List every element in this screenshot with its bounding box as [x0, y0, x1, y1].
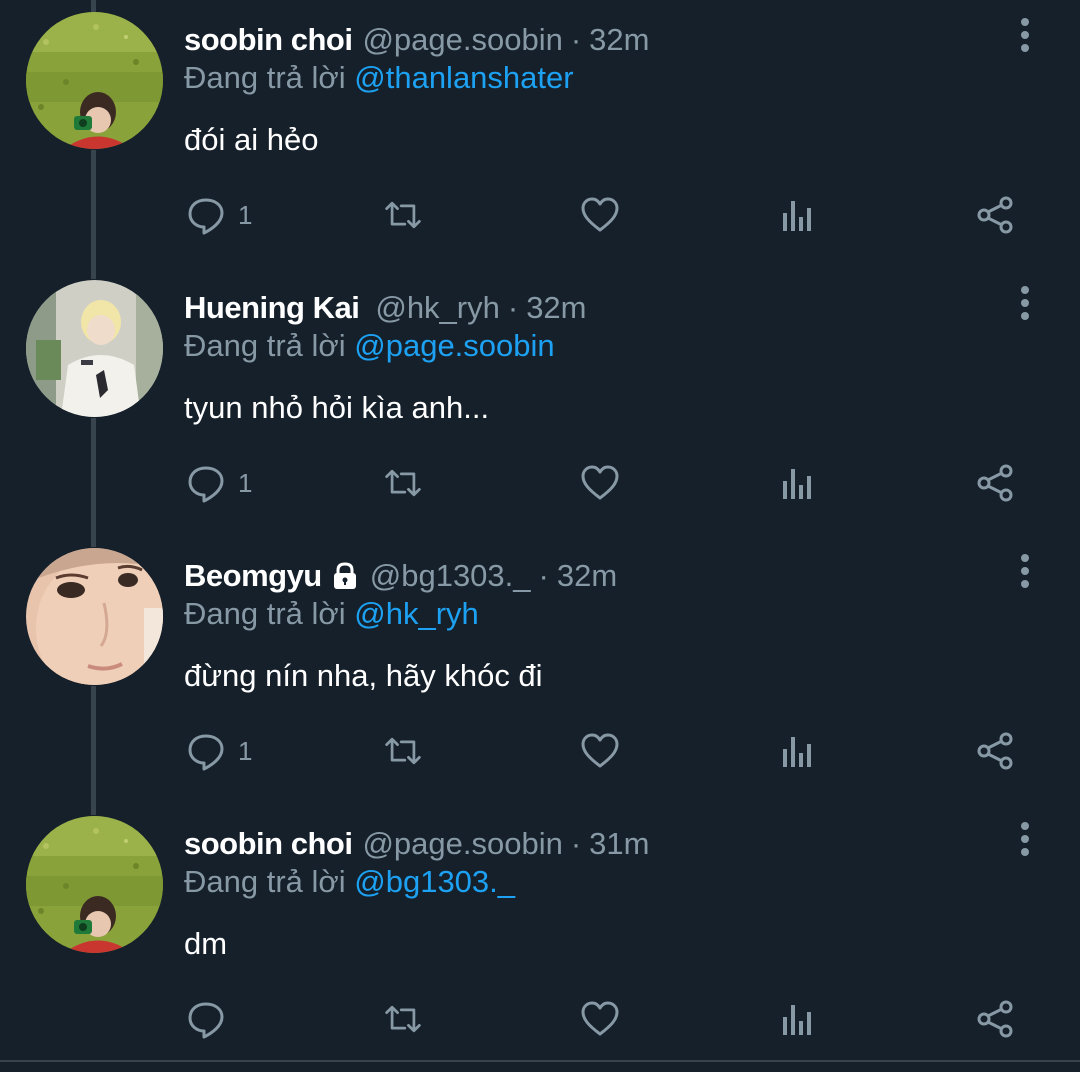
lock-icon	[330, 561, 360, 591]
reply-button[interactable]: 1	[186, 194, 252, 236]
more-options-icon[interactable]	[1010, 284, 1040, 324]
share-icon	[975, 463, 1015, 503]
timestamp[interactable]: 32m	[557, 558, 617, 594]
reply-count: 1	[238, 199, 253, 230]
timestamp[interactable]: 32m	[589, 22, 649, 58]
reply-to-link[interactable]: @bg1303._	[354, 864, 515, 899]
tweet-text: đừng nín nha, hãy khóc đi	[184, 658, 543, 693]
tweet[interactable]: Beomgyu @bg1303._ · 32m Đang trả lời @hk…	[0, 536, 1080, 804]
user-handle[interactable]: @bg1303._	[370, 558, 531, 594]
reply-label: Đang trả lời	[184, 596, 346, 631]
like-icon	[580, 999, 620, 1039]
tweet-text: dm	[184, 926, 228, 961]
reply-to-link[interactable]: @thanlanshater	[354, 60, 573, 95]
tweet-text: tyun nhỏ hỏi kìa anh...	[184, 390, 490, 425]
more-options-icon[interactable]	[1010, 820, 1040, 860]
tweet-header: soobin choi @page.soobin · 32m	[184, 18, 649, 62]
avatar[interactable]	[26, 816, 163, 953]
tweet-text: đói ai hẻo	[184, 122, 319, 157]
reply-icon	[186, 195, 226, 235]
display-name[interactable]: soobin choi	[184, 22, 353, 58]
more-options-icon[interactable]	[1010, 16, 1040, 56]
reply-button[interactable]: 1	[186, 730, 252, 772]
reply-count: 1	[238, 735, 253, 766]
analytics-icon	[778, 463, 818, 503]
share-icon	[975, 731, 1015, 771]
reply-button[interactable]	[186, 998, 238, 1040]
avatar[interactable]	[26, 548, 163, 685]
like-button[interactable]	[580, 730, 620, 772]
reply-context: Đang trả lời @bg1303._	[184, 864, 515, 900]
like-button[interactable]	[580, 194, 620, 236]
analytics-button[interactable]	[778, 194, 818, 236]
tweet[interactable]: soobin choi @page.soobin · 32m Đang trả …	[0, 0, 1080, 268]
analytics-icon	[778, 731, 818, 771]
share-button[interactable]	[975, 194, 1015, 236]
like-icon	[580, 463, 620, 503]
timestamp[interactable]: 31m	[589, 826, 649, 862]
analytics-button[interactable]	[778, 730, 818, 772]
reply-label: Đang trả lời	[184, 864, 346, 899]
action-bar: 1	[0, 176, 1080, 252]
analytics-icon	[778, 999, 818, 1039]
separator: ·	[570, 826, 582, 861]
share-icon	[975, 999, 1015, 1039]
display-name[interactable]: soobin choi	[184, 826, 353, 862]
reply-context: Đang trả lời @thanlanshater	[184, 60, 574, 96]
retweet-button[interactable]	[383, 462, 423, 504]
user-handle[interactable]: @page.soobin	[362, 22, 562, 58]
avatar[interactable]	[26, 280, 163, 417]
share-button[interactable]	[975, 730, 1015, 772]
user-handle[interactable]: @hk_ryh	[375, 290, 500, 326]
tweet[interactable]: soobin choi @page.soobin · 31m Đang trả …	[0, 804, 1080, 1072]
tweet-header: Huening Kai @hk_ryh · 32m	[184, 286, 587, 330]
reply-label: Đang trả lời	[184, 60, 346, 95]
timestamp[interactable]: 32m	[526, 290, 586, 326]
separator: ·	[538, 558, 549, 593]
reply-icon	[186, 999, 226, 1039]
reply-button[interactable]: 1	[186, 462, 252, 504]
share-button[interactable]	[975, 462, 1015, 504]
divider	[0, 1060, 1080, 1062]
reply-context: Đang trả lời @page.soobin	[184, 328, 555, 364]
retweet-icon	[383, 999, 423, 1039]
tweet-header: soobin choi @page.soobin · 31m	[184, 822, 649, 866]
user-handle[interactable]: @page.soobin	[362, 826, 562, 862]
retweet-button[interactable]	[383, 194, 423, 236]
action-bar	[0, 980, 1080, 1056]
more-options-icon[interactable]	[1010, 552, 1040, 592]
tweet-header: Beomgyu @bg1303._ · 32m	[184, 554, 617, 598]
separator: ·	[507, 290, 519, 325]
retweet-button[interactable]	[383, 998, 423, 1040]
reply-label: Đang trả lời	[184, 328, 346, 363]
analytics-button[interactable]	[778, 462, 818, 504]
retweet-icon	[383, 195, 423, 235]
reply-to-link[interactable]: @hk_ryh	[354, 596, 479, 631]
retweet-button[interactable]	[383, 730, 423, 772]
display-name[interactable]: Beomgyu	[184, 558, 322, 594]
like-icon	[580, 195, 620, 235]
reply-count: 1	[238, 467, 253, 498]
avatar[interactable]	[26, 12, 163, 149]
retweet-icon	[383, 731, 423, 771]
share-button[interactable]	[975, 998, 1015, 1040]
action-bar: 1	[0, 712, 1080, 788]
reply-icon	[186, 463, 226, 503]
tweet[interactable]: Huening Kai @hk_ryh · 32m Đang trả lời @…	[0, 268, 1080, 536]
reply-to-link[interactable]: @page.soobin	[354, 328, 554, 363]
share-icon	[975, 195, 1015, 235]
analytics-icon	[778, 195, 818, 235]
action-bar: 1	[0, 444, 1080, 520]
reply-icon	[186, 731, 226, 771]
display-name[interactable]: Huening Kai	[184, 290, 360, 326]
reply-context: Đang trả lời @hk_ryh	[184, 596, 479, 632]
like-button[interactable]	[580, 462, 620, 504]
like-button[interactable]	[580, 998, 620, 1040]
retweet-icon	[383, 463, 423, 503]
analytics-button[interactable]	[778, 998, 818, 1040]
separator: ·	[570, 22, 582, 57]
like-icon	[580, 731, 620, 771]
